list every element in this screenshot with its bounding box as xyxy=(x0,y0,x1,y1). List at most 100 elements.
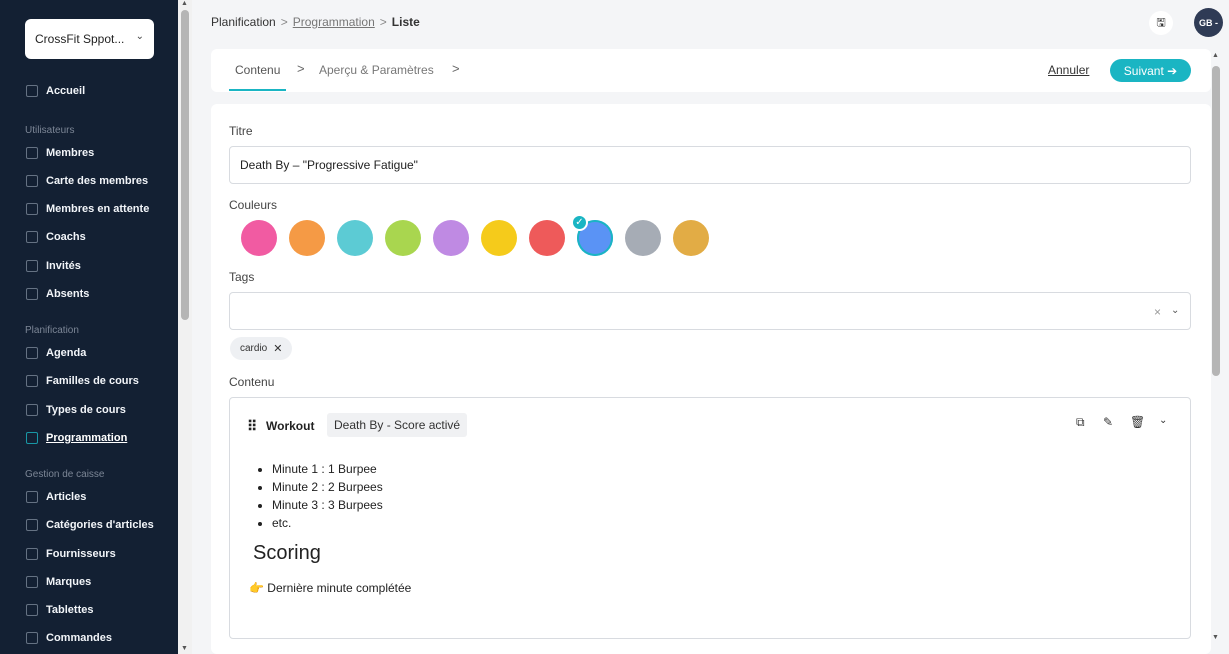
save-button[interactable]: 🖫 xyxy=(1149,11,1173,35)
user-icon xyxy=(26,147,38,159)
shapes-icon xyxy=(26,519,38,531)
calendar-edit-icon xyxy=(26,432,38,444)
scrollbar-thumb[interactable] xyxy=(1212,66,1220,376)
color-swatch[interactable] xyxy=(481,220,517,256)
workout-badge: Death By - Score activé xyxy=(327,413,468,437)
scoring-heading: Scoring xyxy=(253,542,321,564)
sidebar-item-articles[interactable]: Articles xyxy=(26,489,86,505)
sidebar-item-pending[interactable]: Membres en attente xyxy=(26,201,149,217)
sidebar-item-members[interactable]: Membres xyxy=(26,145,94,161)
color-swatch[interactable] xyxy=(241,220,277,256)
color-swatch[interactable] xyxy=(337,220,373,256)
tablet-icon xyxy=(26,604,38,616)
sidebar-item-types[interactable]: Types de cours xyxy=(26,402,126,418)
remove-tag-icon[interactable]: ✕ xyxy=(273,342,282,355)
tag-icon xyxy=(26,576,38,588)
sidebar-item-programming[interactable]: Programmation xyxy=(26,430,127,446)
sidebar-item-families[interactable]: Familles de cours xyxy=(26,373,139,389)
list-item: Minute 2 : 2 Burpees xyxy=(272,478,383,496)
breadcrumb-separator: > xyxy=(280,15,288,29)
breadcrumb: Planification > Programmation > Liste xyxy=(211,15,420,29)
sidebar-item-suppliers[interactable]: Fournisseurs xyxy=(26,546,116,562)
map-icon xyxy=(26,175,38,187)
sidebar-item-absents[interactable]: Absents xyxy=(26,286,89,302)
tags-label: Tags xyxy=(229,270,255,284)
topbar: Planification > Programmation > Liste 🖫 GB - xyxy=(192,0,1229,44)
colors-label: Couleurs xyxy=(229,198,278,212)
chevron-right-icon: > xyxy=(297,61,305,76)
steps-bar: Contenu > Aperçu & Paramètres > Annuler … xyxy=(211,49,1211,92)
breadcrumb-section[interactable]: Programmation xyxy=(293,15,375,29)
duplicate-icon[interactable]: ⧉ xyxy=(1076,415,1085,430)
workout-block: ⠿ Workout Death By - Score activé ⧉ ✎ 🗑 … xyxy=(229,397,1191,639)
scroll-down-icon[interactable]: ▼ xyxy=(1212,634,1219,641)
color-swatch[interactable] xyxy=(385,220,421,256)
content-scrollbar[interactable]: ▲ ▼ xyxy=(1210,52,1222,652)
sidebar-item-tablets[interactable]: Tablettes xyxy=(26,602,93,618)
list-item: Minute 1 : 1 Burpee xyxy=(272,460,383,478)
sidebar-item-member-map[interactable]: Carte des membres xyxy=(26,173,148,189)
delete-icon[interactable]: 🗑 xyxy=(1130,415,1145,429)
cart-icon xyxy=(26,632,38,644)
next-button[interactable]: Suivant ➔ xyxy=(1110,59,1191,82)
tag-chip: cardio ✕ xyxy=(230,337,293,360)
section-users: Utilisateurs xyxy=(25,125,75,136)
club-select-value: CrossFit Sppot... xyxy=(35,32,125,46)
color-swatch[interactable] xyxy=(433,220,469,256)
sidebar-item-home[interactable]: Accueil xyxy=(26,83,85,99)
title-input[interactable]: Death By – "Progressive Fatigue" xyxy=(229,146,1191,184)
article-icon xyxy=(26,491,38,503)
color-swatch[interactable] xyxy=(529,220,565,256)
content-label: Contenu xyxy=(229,375,275,389)
active-step-indicator xyxy=(229,89,286,91)
workout-label: Workout xyxy=(266,419,315,433)
tags-select[interactable] xyxy=(229,292,1191,330)
color-swatch[interactable] xyxy=(625,220,661,256)
breadcrumb-separator: > xyxy=(379,15,387,29)
breadcrumb-current: Liste xyxy=(391,15,420,29)
breadcrumb-root[interactable]: Planification xyxy=(211,15,276,29)
color-swatch[interactable] xyxy=(289,220,325,256)
club-select[interactable]: CrossFit Sppot... ⌄ xyxy=(25,19,154,59)
hierarchy-icon xyxy=(26,375,38,387)
sidebar-item-orders[interactable]: Commandes xyxy=(26,630,112,646)
chevron-down-icon: ⌄ xyxy=(135,31,144,42)
list-item: etc. xyxy=(272,514,383,532)
coach-icon xyxy=(26,231,38,243)
scrollbar-thumb[interactable] xyxy=(181,10,189,320)
step-content[interactable]: Contenu xyxy=(235,63,280,77)
clear-icon[interactable]: × xyxy=(1154,305,1161,319)
chevron-down-icon[interactable]: ⌄ xyxy=(1171,305,1179,316)
color-swatch[interactable] xyxy=(673,220,709,256)
step-preview[interactable]: Aperçu & Paramètres xyxy=(319,63,434,77)
sidebar-item-agenda[interactable]: Agenda xyxy=(26,345,86,361)
chevron-down-icon[interactable]: ⌄ xyxy=(1159,415,1167,426)
scoring-result: 👉 Dernière minute complétée xyxy=(249,581,412,595)
sidebar-item-coachs[interactable]: Coachs xyxy=(26,229,86,245)
tag-chip-label: cardio xyxy=(240,343,268,354)
scroll-up-icon[interactable]: ▲ xyxy=(1212,52,1219,59)
drag-handle-icon[interactable]: ⠿ xyxy=(247,418,257,435)
chevron-right-icon: > xyxy=(452,61,460,76)
title-label: Titre xyxy=(229,124,253,138)
edit-icon[interactable]: ✎ xyxy=(1103,415,1113,429)
form-card: Titre Death By – "Progressive Fatigue" C… xyxy=(211,104,1211,654)
main-area: Planification > Programmation > Liste 🖫 GB -… xyxy=(192,0,1229,654)
list-item: Minute 3 : 3 Burpees xyxy=(272,496,383,514)
calendar-x-icon xyxy=(26,288,38,300)
sidebar-item-brands[interactable]: Marques xyxy=(26,574,91,590)
cancel-button[interactable]: Annuler xyxy=(1048,63,1089,77)
check-icon: ✓ xyxy=(571,214,588,231)
sidebar-item-guests[interactable]: Invités xyxy=(26,258,81,274)
shapes-icon xyxy=(26,404,38,416)
factory-icon xyxy=(26,548,38,560)
sidebar-item-categories[interactable]: Catégories d'articles xyxy=(26,517,154,533)
workout-list: Minute 1 : 1 Burpee Minute 2 : 2 Burpees… xyxy=(272,460,383,532)
user-plus-icon xyxy=(26,260,38,272)
scroll-up-icon[interactable]: ▲ xyxy=(181,0,188,7)
avatar[interactable]: GB - xyxy=(1194,8,1223,37)
user-list-icon xyxy=(26,203,38,215)
calendar-icon xyxy=(26,347,38,359)
scroll-down-icon[interactable]: ▼ xyxy=(181,645,188,652)
sidebar-scrollbar[interactable]: ▲ ▼ xyxy=(178,0,192,654)
